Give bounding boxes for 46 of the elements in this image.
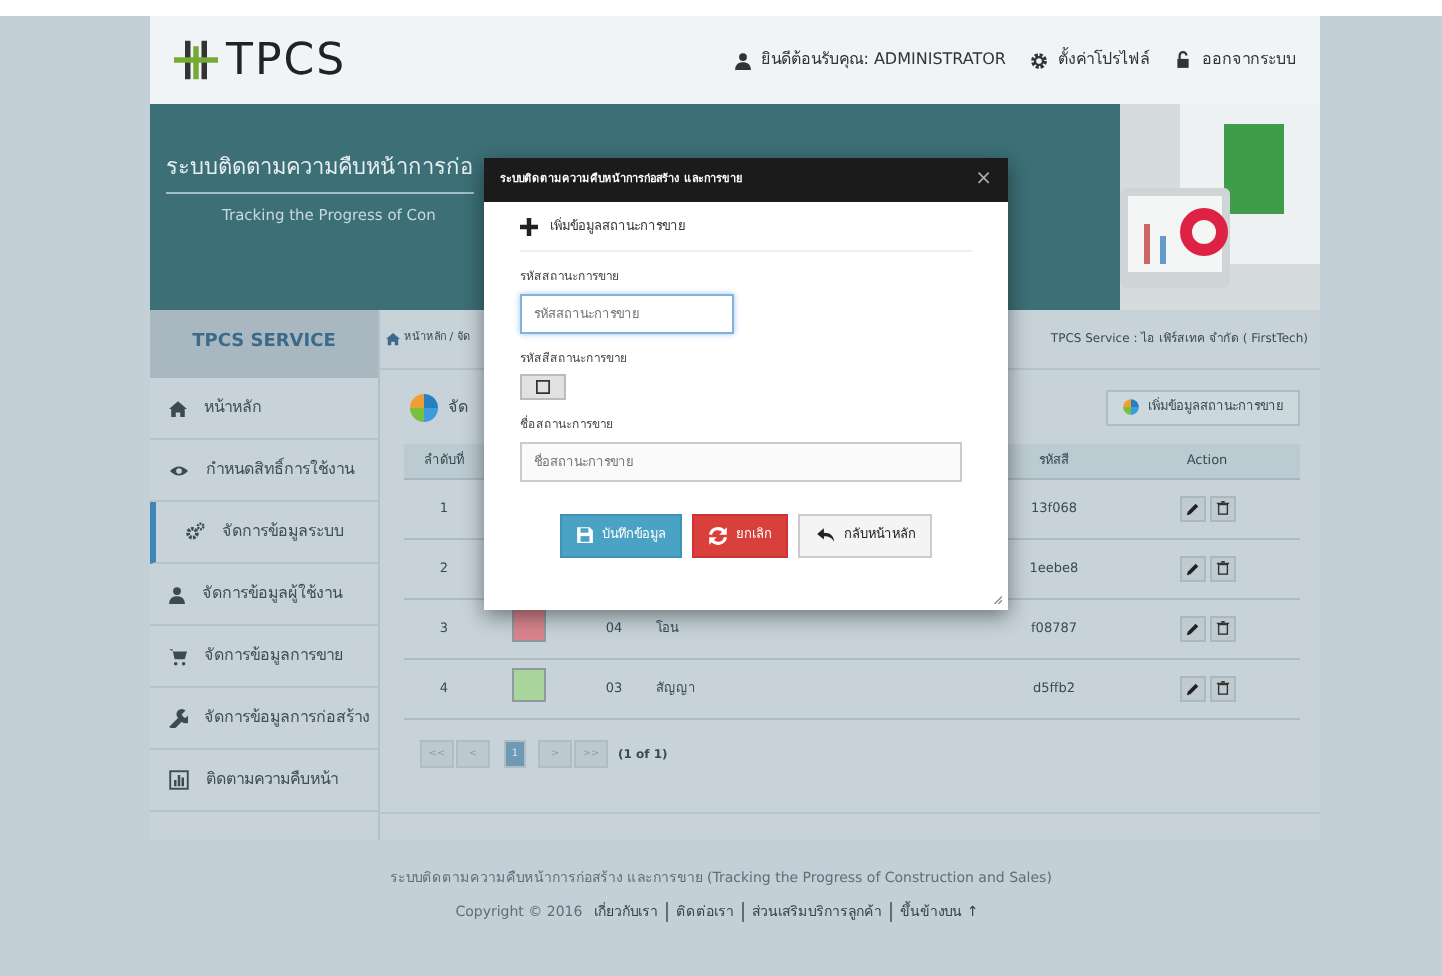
pencil-icon [1185,682,1199,697]
logo-icon [174,38,218,82]
delete-button[interactable] [1209,555,1235,582]
delete-button[interactable] [1209,675,1235,702]
lock-icon [1174,50,1192,70]
square-icon [536,379,550,394]
trash-icon [1215,560,1229,577]
profile-settings-link[interactable]: ตั้งค่าโปรไฟล์ [1058,48,1150,72]
pencil-icon [1185,622,1199,637]
trash-icon [1215,500,1229,517]
pencil-icon [1185,502,1199,517]
save-icon [576,526,594,545]
reply-icon [814,526,836,545]
chart-icon [168,770,190,790]
resize-grip-icon [992,594,1002,604]
home-icon [168,399,188,417]
panel-title: จัด [448,395,468,420]
plus-icon [520,218,538,237]
edit-button[interactable] [1179,616,1205,643]
delete-button[interactable] [1209,615,1235,642]
logout-link[interactable]: ออกจากระบบ [1202,48,1296,72]
edit-button[interactable] [1179,676,1205,703]
user-icon [733,51,752,69]
delete-button[interactable] [1209,495,1235,522]
refresh-icon [708,525,728,546]
sidebar-title: TPCS SERVICE [150,310,378,378]
pie-chart-icon [1122,398,1140,417]
banner-title: ระบบติดตามความคืบหน้าการก่อ [166,152,474,193]
cart-icon [168,647,188,665]
logo-text: TPCS [226,33,347,89]
trash-icon [1215,680,1229,697]
user-icon [168,585,186,603]
edit-button[interactable] [1179,556,1205,583]
pencil-icon [1185,562,1199,577]
edit-button[interactable] [1179,496,1205,523]
gears-icon [184,522,206,542]
eye-icon [168,461,190,479]
sidebar-item[interactable]: จัดการข้อมูลระบบ [150,502,378,564]
welcome-text: ยินดีต้อนรับคุณ: ADMINISTRATOR [761,48,1006,72]
gear-icon [1030,51,1048,69]
color-picker-button[interactable] [520,373,566,400]
pie-chart-icon [408,391,440,424]
home-icon [386,330,400,348]
wrench-icon [168,708,188,728]
close-button[interactable]: × [975,170,992,190]
trash-icon [1215,620,1229,637]
